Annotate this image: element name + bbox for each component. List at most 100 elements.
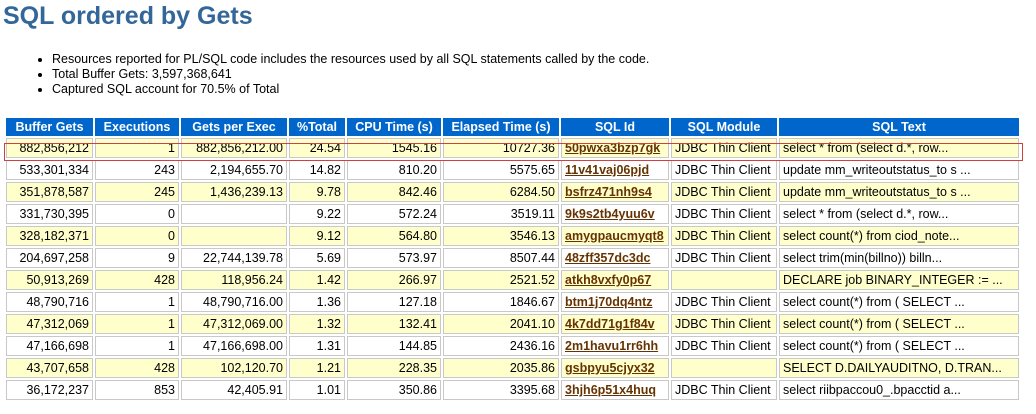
table-row: 328,182,371 0 9.12 564.80 3546.13 amygpa… [6,226,1019,246]
cell-cpu-time: 1545.16 [347,138,441,158]
cell-sql-id: 50pwxa3bzp7gk [561,138,669,158]
cell-sql-module: JDBC Thin Client [671,160,777,180]
cell-elapsed-time: 2436.16 [443,336,559,356]
cell-executions: 0 [95,226,179,246]
cell-cpu-time: 810.20 [347,160,441,180]
header-sql-id: SQL Id [561,118,669,136]
cell-executions: 243 [95,160,179,180]
cell-executions: 1 [95,138,179,158]
cell-cpu-time: 572.24 [347,204,441,224]
cell-sql-module: JDBC Thin Client [671,248,777,268]
sql-id-link[interactable]: 48zff357dc3dc [565,251,650,265]
cell-sql-id: 48zff357dc3dc [561,248,669,268]
cell-sql-text: select * from (select d.*, row... [779,138,1019,158]
cell-executions: 1 [95,314,179,334]
cell-elapsed-time: 10727.36 [443,138,559,158]
header-pct-total: %Total [289,118,345,136]
cell-buffer-gets: 47,312,069 [6,314,93,334]
cell-sql-id: 4k7dd71g1f84v [561,314,669,334]
header-cpu-time: CPU Time (s) [347,118,441,136]
cell-elapsed-time: 1846.67 [443,292,559,312]
cell-elapsed-time: 2041.10 [443,314,559,334]
cell-pct-total: 1.31 [289,336,345,356]
sql-id-link[interactable]: bsfrz471nh9s4 [565,185,652,199]
table-header-row: Buffer Gets Executions Gets per Exec %To… [6,118,1019,136]
cell-sql-id: btm1j70dq4ntz [561,292,669,312]
cell-sql-text: select riibpaccou0_.bpacctid a... [779,380,1019,400]
cell-buffer-gets: 331,730,395 [6,204,93,224]
sql-id-link[interactable]: gsbpyu5cjyx32 [565,361,655,375]
cell-sql-id: 9k9s2tb4yuu6v [561,204,669,224]
cell-gets-per-exec: 47,312,069.00 [181,314,287,334]
cell-buffer-gets: 43,707,658 [6,358,93,378]
cell-sql-module: JDBC Thin Client [671,204,777,224]
cell-buffer-gets: 47,166,698 [6,336,93,356]
sql-id-link[interactable]: 2m1havu1rr6hh [565,339,658,353]
sql-id-link[interactable]: 50pwxa3bzp7gk [565,141,660,155]
cell-cpu-time: 842.46 [347,182,441,202]
cell-pct-total: 9.78 [289,182,345,202]
cell-sql-module: JDBC Thin Client [671,226,777,246]
cell-executions: 0 [95,204,179,224]
note-item: Resources reported for PL/SQL code inclu… [52,52,649,67]
cell-buffer-gets: 328,182,371 [6,226,93,246]
cell-sql-id: amygpaucmyqt8 [561,226,669,246]
cell-buffer-gets: 36,172,237 [6,380,93,400]
cell-buffer-gets: 204,697,258 [6,248,93,268]
cell-gets-per-exec [181,204,287,224]
sql-id-link[interactable]: 4k7dd71g1f84v [565,317,655,331]
table-row: 351,878,587 245 1,436,239.13 9.78 842.46… [6,182,1019,202]
cell-buffer-gets: 882,856,212 [6,138,93,158]
cell-sql-text: select trim(min(billno)) billn... [779,248,1019,268]
cell-cpu-time: 573.97 [347,248,441,268]
sql-id-link[interactable]: 11v41vaj06pjd [565,163,649,177]
cell-sql-id: 11v41vaj06pjd [561,160,669,180]
cell-sql-id: bsfrz471nh9s4 [561,182,669,202]
cell-gets-per-exec: 118,956.24 [181,270,287,290]
table-row: 36,172,237 853 42,405.91 1.01 350.86 339… [6,380,1019,400]
sql-id-link[interactable]: 3hjh6p51x4huq [565,383,656,397]
table-row: 47,166,698 1 47,166,698.00 1.31 144.85 2… [6,336,1019,356]
header-sql-text: SQL Text [779,118,1019,136]
sql-id-link[interactable]: 9k9s2tb4yuu6v [565,207,655,221]
cell-sql-module: JDBC Thin Client [671,380,777,400]
cell-elapsed-time: 8507.44 [443,248,559,268]
header-sql-module: SQL Module [671,118,777,136]
cell-sql-text: update mm_writeoutstatus_to s ... [779,160,1019,180]
cell-pct-total: 24.54 [289,138,345,158]
cell-sql-text: select count(*) from ( SELECT ... [779,336,1019,356]
cell-sql-module [671,270,777,290]
cell-sql-module: JDBC Thin Client [671,314,777,334]
cell-gets-per-exec: 22,744,139.78 [181,248,287,268]
page-title: SQL ordered by Gets [3,2,253,30]
cell-sql-text: select count(*) from ( SELECT ... [779,292,1019,312]
cell-gets-per-exec [181,226,287,246]
header-executions: Executions [95,118,179,136]
header-gets-per-exec: Gets per Exec [181,118,287,136]
cell-cpu-time: 564.80 [347,226,441,246]
cell-pct-total: 5.69 [289,248,345,268]
cell-buffer-gets: 50,913,269 [6,270,93,290]
sql-id-link[interactable]: atkh8vxfy0p67 [565,273,651,287]
cell-cpu-time: 266.97 [347,270,441,290]
cell-executions: 245 [95,182,179,202]
cell-cpu-time: 144.85 [347,336,441,356]
cell-executions: 428 [95,358,179,378]
cell-sql-text: select count(*) from ( SELECT ... [779,314,1019,334]
table-row: 331,730,395 0 9.22 572.24 3519.11 9k9s2t… [6,204,1019,224]
sql-id-link[interactable]: btm1j70dq4ntz [565,295,653,309]
cell-gets-per-exec: 48,790,716.00 [181,292,287,312]
cell-pct-total: 1.21 [289,358,345,378]
cell-cpu-time: 127.18 [347,292,441,312]
cell-sql-text: select count(*) from ciod_note... [779,226,1019,246]
cell-cpu-time: 228.35 [347,358,441,378]
cell-gets-per-exec: 2,194,655.70 [181,160,287,180]
cell-sql-text: update mm_writeoutstatus_to s ... [779,182,1019,202]
cell-executions: 9 [95,248,179,268]
note-item: Captured SQL account for 70.5% of Total [52,82,649,97]
cell-elapsed-time: 3395.68 [443,380,559,400]
table-row: 204,697,258 9 22,744,139.78 5.69 573.97 … [6,248,1019,268]
cell-pct-total: 1.01 [289,380,345,400]
cell-elapsed-time: 2521.52 [443,270,559,290]
sql-id-link[interactable]: amygpaucmyqt8 [565,229,664,243]
